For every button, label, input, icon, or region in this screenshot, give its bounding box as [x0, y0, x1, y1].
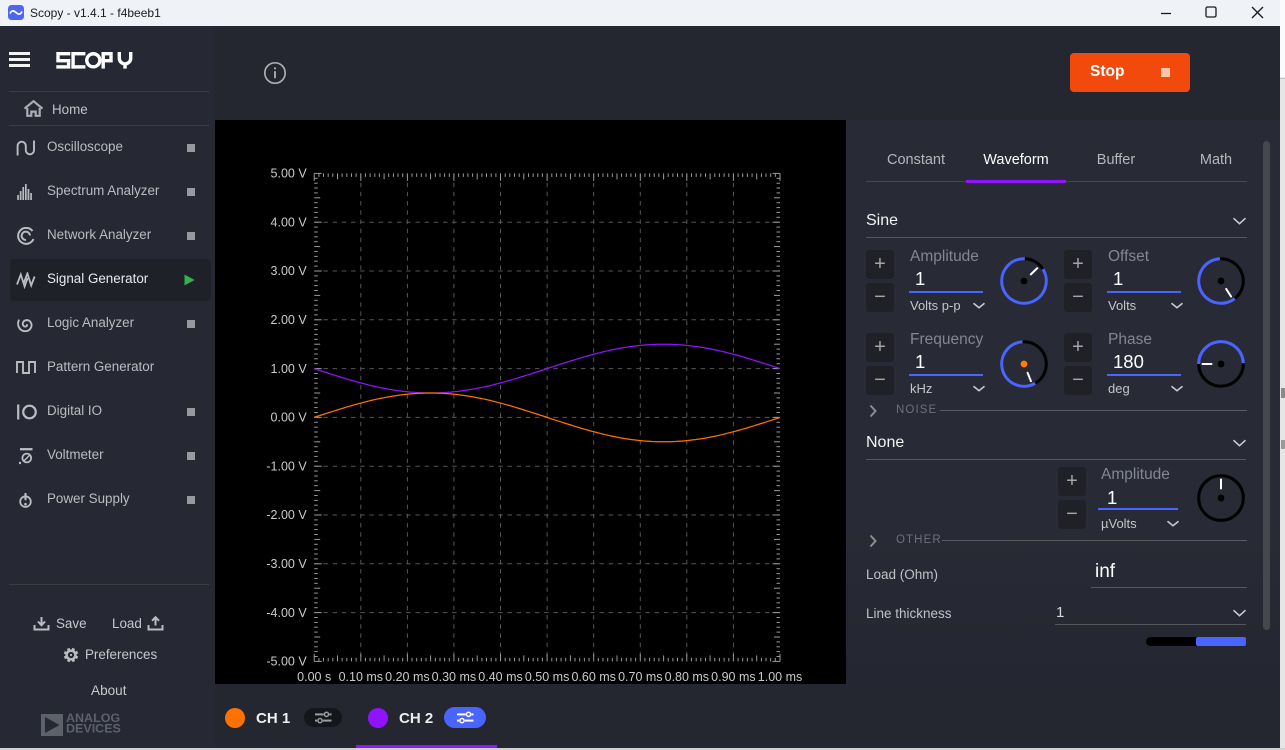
svg-text:-3.00 V: -3.00 V [266, 557, 307, 571]
svg-text:-5.00 V: -5.00 V [266, 655, 307, 669]
svg-text:0.00 s: 0.00 s [297, 670, 331, 684]
svg-text:-1.00 V: -1.00 V [266, 459, 307, 473]
svg-text:2.00 V: 2.00 V [271, 313, 308, 327]
svg-text:0.90 ms: 0.90 ms [711, 670, 755, 684]
svg-text:3.00 V: 3.00 V [271, 264, 308, 278]
svg-text:1.00 ms: 1.00 ms [758, 670, 802, 684]
svg-text:0.40 ms: 0.40 ms [478, 670, 522, 684]
svg-text:0.50 ms: 0.50 ms [525, 670, 569, 684]
svg-text:5.00 V: 5.00 V [271, 167, 308, 181]
svg-text:1.00 V: 1.00 V [271, 362, 308, 376]
svg-text:0.00 V: 0.00 V [271, 411, 308, 425]
svg-text:0.10 ms: 0.10 ms [339, 670, 383, 684]
svg-text:0.20 ms: 0.20 ms [385, 670, 429, 684]
svg-text:0.70 ms: 0.70 ms [618, 670, 662, 684]
svg-text:-2.00 V: -2.00 V [266, 508, 307, 522]
svg-text:0.30 ms: 0.30 ms [432, 670, 476, 684]
svg-text:-4.00 V: -4.00 V [266, 606, 307, 620]
svg-text:4.00 V: 4.00 V [271, 215, 308, 229]
svg-text:0.60 ms: 0.60 ms [571, 670, 615, 684]
svg-text:0.80 ms: 0.80 ms [665, 670, 709, 684]
